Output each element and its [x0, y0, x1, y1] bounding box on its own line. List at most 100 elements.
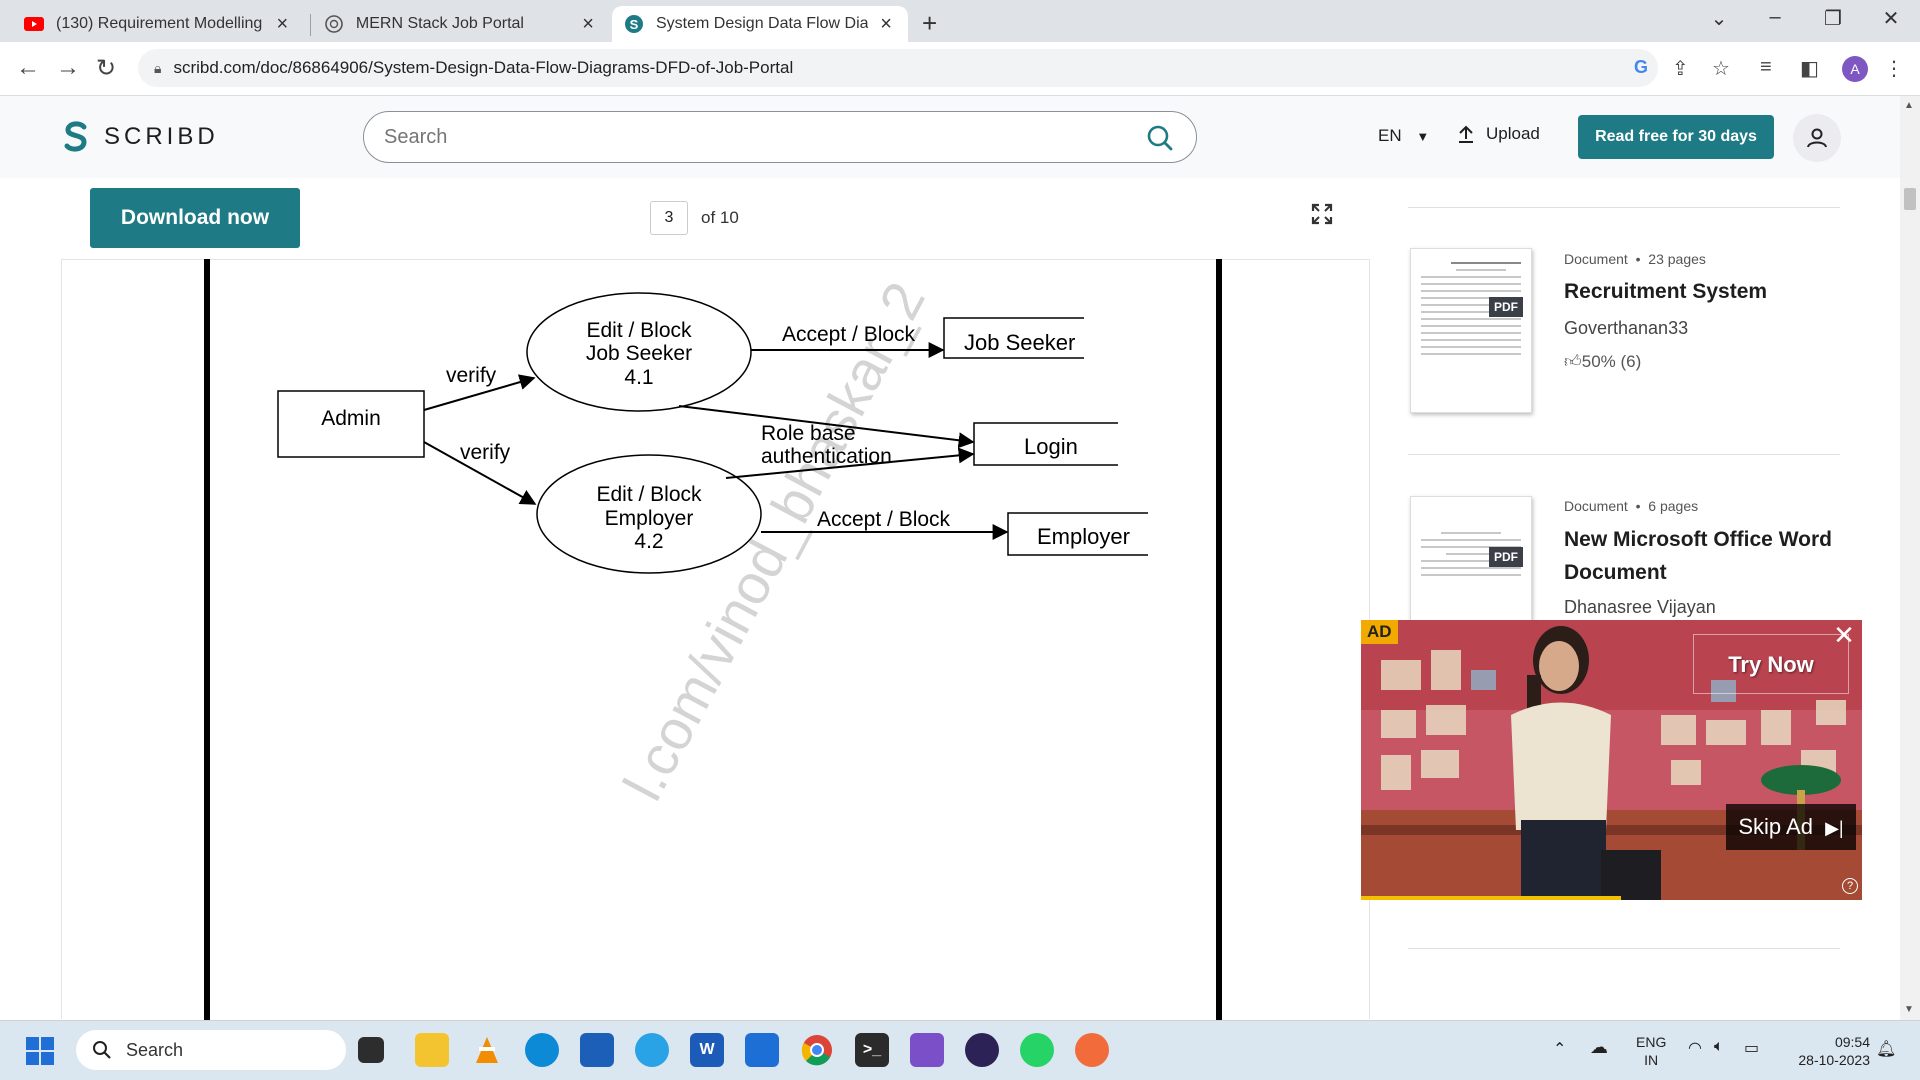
clock[interactable]: 09:54 28-10-2023 — [1790, 1033, 1870, 1069]
time: 09:54 — [1834, 1034, 1870, 1050]
tab-title: MERN Stack Job Portal — [355, 15, 524, 32]
page-border-left — [204, 259, 210, 1020]
fullscreen-icon[interactable] — [1310, 202, 1334, 226]
svg-text:G: G — [1634, 57, 1648, 76]
vlc-icon[interactable] — [470, 1033, 504, 1067]
profile-avatar[interactable]: A — [1842, 56, 1868, 82]
scrollbar-thumb[interactable] — [1904, 188, 1916, 210]
browser-tab-bar: (130) Requirement Modelling St × MERN St… — [0, 0, 1920, 42]
share-icon[interactable]: ⇪ — [1672, 56, 1689, 81]
read-free-button[interactable]: Read free for 30 days — [1578, 115, 1774, 159]
process1-number: 4.1 — [624, 366, 653, 389]
process2-line1: Edit / Block — [596, 483, 702, 506]
rec-author-2[interactable]: Dhanasree Vijayan — [1564, 597, 1716, 618]
task-view-icon[interactable] — [358, 1037, 384, 1063]
rec-meta-2: Document • 6 pages — [1564, 498, 1698, 514]
search-input[interactable] — [384, 125, 1124, 149]
omnibox[interactable]: 🔒︎ scribd.com/doc/86864906/System-Design… — [138, 49, 1658, 87]
rec-rating-1: 👍︎50% (6) — [1564, 351, 1641, 372]
notification-bell-icon[interactable]: 🔔︎ — [1876, 1039, 1896, 1059]
rec-title-1[interactable]: Recruitment System — [1564, 275, 1864, 308]
accept-block-label-1: Accept / Block — [782, 323, 916, 346]
download-now-button[interactable]: Download now — [90, 188, 300, 248]
windows-start-icon[interactable] — [26, 1037, 54, 1065]
edge-icon[interactable] — [525, 1033, 559, 1067]
rec-thumbnail-1[interactable]: PDF — [1410, 248, 1532, 413]
terminal-icon[interactable]: >_ — [855, 1033, 889, 1067]
scribd-logo[interactable]: SCRIBD — [62, 120, 219, 154]
youtube-icon — [24, 14, 44, 34]
close-tab-icon[interactable]: × — [578, 13, 598, 36]
language-selector[interactable]: EN ▼ — [1378, 126, 1429, 146]
bookmark-star-icon[interactable]: ☆ — [1712, 56, 1730, 81]
whatsapp-icon[interactable] — [1020, 1033, 1054, 1067]
ad-help-icon[interactable]: ? — [1842, 878, 1858, 894]
taskbar-search-label: Search — [126, 1039, 184, 1060]
microsoft-store-icon[interactable] — [580, 1033, 614, 1067]
tab-system-design[interactable]: S System Design Data Flow Diagra × — [612, 6, 908, 42]
wifi-icon[interactable]: ◠ — [1688, 1038, 1702, 1058]
language-indicator[interactable]: ENG IN — [1636, 1033, 1666, 1069]
volume-icon[interactable]: 🔈︎ — [1714, 1038, 1724, 1056]
skip-ad-button[interactable]: Skip Ad ▶| — [1726, 804, 1856, 850]
eclipse-icon[interactable] — [965, 1033, 999, 1067]
video-ad[interactable]: AD ✕ Try Now Skip Ad ▶| ? — [1361, 620, 1862, 900]
python-icon[interactable] — [635, 1033, 669, 1067]
side-panel-icon[interactable]: ◧ — [1800, 56, 1819, 81]
admin-label: Admin — [321, 407, 381, 430]
visual-studio-icon[interactable] — [910, 1033, 944, 1067]
reading-list-icon[interactable]: ≡ — [1760, 56, 1772, 79]
chrome-icon[interactable] — [800, 1033, 834, 1067]
tab-search-icon[interactable]: ⌄ — [1694, 6, 1744, 31]
tab-mern-stack[interactable]: MERN Stack Job Portal × — [312, 6, 610, 42]
show-hidden-icons-icon[interactable]: ⌃ — [1553, 1039, 1566, 1059]
notepad-icon[interactable] — [745, 1033, 779, 1067]
reload-icon[interactable]: ↻ — [96, 54, 116, 83]
skip-icon: ▶| — [1825, 818, 1844, 838]
rec-type: Document — [1564, 498, 1628, 514]
pdf-badge: PDF — [1489, 547, 1523, 567]
dot-separator: • — [1631, 251, 1649, 267]
postman-icon[interactable] — [1075, 1033, 1109, 1067]
dot-separator: • — [1631, 498, 1649, 514]
tab-youtube[interactable]: (130) Requirement Modelling St × — [12, 6, 304, 42]
user-account-button[interactable] — [1793, 114, 1841, 162]
new-tab-icon[interactable]: + — [922, 8, 937, 39]
more-menu-icon[interactable]: ⋮ — [1884, 56, 1904, 81]
back-icon[interactable]: ← — [16, 54, 40, 82]
ad-progress-bar — [1361, 896, 1621, 900]
scroll-up-icon[interactable]: ▲ — [1904, 100, 1914, 111]
battery-icon[interactable]: ▭ — [1744, 1038, 1759, 1058]
date: 28-10-2023 — [1798, 1052, 1870, 1068]
google-icon[interactable]: G — [1632, 56, 1652, 82]
sidebar-divider — [1408, 454, 1840, 455]
page-number-input[interactable]: 3 — [650, 201, 688, 235]
page-scrollbar[interactable]: ▲ ▼ — [1900, 96, 1920, 1020]
onedrive-icon[interactable]: ☁︎ — [1590, 1037, 1608, 1058]
maximize-icon[interactable]: ❐ — [1808, 6, 1858, 31]
sidebar-divider — [1408, 948, 1840, 949]
scroll-down-icon[interactable]: ▼ — [1904, 1004, 1914, 1015]
close-window-icon[interactable]: ✕ — [1866, 6, 1916, 31]
file-explorer-icon[interactable] — [415, 1033, 449, 1067]
process1-line1: Edit / Block — [586, 319, 692, 342]
minimize-icon[interactable]: – — [1750, 6, 1800, 29]
thumbs-up-icon: 👍︎ — [1564, 352, 1582, 371]
store-login-label: Login — [1024, 434, 1078, 459]
rating-value: 50% (6) — [1581, 352, 1642, 371]
scribd-logo-icon — [64, 121, 87, 152]
try-now-button[interactable]: Try Now — [1693, 634, 1849, 694]
rec-author-1[interactable]: Goverthanan33 — [1564, 318, 1688, 339]
upload-button[interactable]: Upload — [1456, 124, 1540, 144]
process2-number: 4.2 — [634, 530, 663, 553]
search-bar — [363, 111, 1197, 163]
user-icon — [1807, 128, 1827, 148]
rec-title-2[interactable]: New Microsoft Office Word Document — [1564, 523, 1864, 589]
search-icon[interactable] — [1146, 124, 1174, 152]
forward-icon[interactable]: → — [56, 54, 80, 82]
word-icon[interactable]: W — [690, 1033, 724, 1067]
close-tab-icon[interactable]: × — [273, 13, 292, 36]
taskbar-search[interactable]: Search — [76, 1030, 346, 1070]
process1-line2: Job Seeker — [586, 342, 692, 365]
close-tab-icon[interactable]: × — [876, 13, 896, 36]
